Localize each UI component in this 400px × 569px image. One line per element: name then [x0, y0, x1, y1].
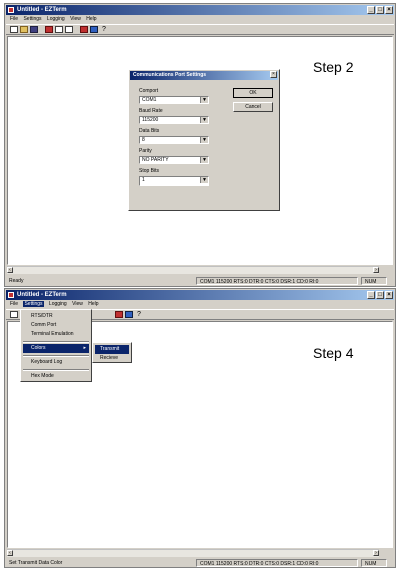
- baud-rate-select[interactable]: 115200 ▼: [139, 116, 209, 124]
- stop-bits-label: Stop Bits: [139, 168, 160, 174]
- menu-item-hex-mode[interactable]: Hex Mode: [23, 372, 89, 381]
- status-bar: Set Transmit Data Color COM1 115200 RTS:…: [6, 558, 394, 568]
- scroll-right-icon[interactable]: ›: [373, 267, 379, 273]
- settings-menu: RTS/DTR Comm Port Terminal Emulation Col…: [20, 309, 92, 382]
- baud-rate-label: Baud Rate: [139, 108, 163, 114]
- menu-settings[interactable]: Settings: [23, 16, 41, 22]
- help-icon[interactable]: ?: [135, 311, 143, 318]
- chevron-right-icon: ▸: [83, 345, 86, 351]
- menu-help[interactable]: Help: [86, 16, 96, 22]
- chevron-down-icon[interactable]: ▼: [200, 117, 208, 123]
- step-2-label: Step 2: [313, 59, 354, 75]
- color-icon[interactable]: [115, 311, 123, 318]
- menu-item-terminal-emulation[interactable]: Terminal Emulation: [23, 330, 89, 339]
- menu-view[interactable]: View: [72, 301, 83, 307]
- settings-icon[interactable]: [55, 26, 63, 33]
- status-num: NUM: [361, 277, 387, 285]
- toolbar: ?: [6, 24, 394, 35]
- chevron-down-icon[interactable]: ▼: [200, 137, 208, 143]
- menu-bar: File Settings Logging View Help: [6, 15, 394, 24]
- maximize-button[interactable]: □: [376, 6, 384, 14]
- title-bar: Untitled - EZTerm _ □ ×: [6, 5, 394, 15]
- menu-item-comm-port[interactable]: Comm Port: [23, 321, 89, 330]
- view-icon[interactable]: [125, 311, 133, 318]
- status-port-info: COM1 115200 RTS:0 DTR:0 CTS:0 DSR:1 CD:0…: [196, 559, 358, 567]
- maximize-button[interactable]: □: [376, 291, 384, 299]
- comm-port-settings-dialog: Communications Port Settings × Comport C…: [128, 69, 280, 211]
- status-text: Set Transmit Data Color: [9, 560, 63, 566]
- horizontal-scrollbar[interactable]: ‹ ›: [7, 549, 379, 557]
- stop-bits-select[interactable]: 1 ▼: [139, 176, 209, 186]
- window-title: Untitled - EZTerm: [17, 292, 67, 298]
- new-icon[interactable]: [10, 26, 18, 33]
- menu-separator: [23, 341, 89, 343]
- app-icon: [8, 7, 14, 13]
- menu-file[interactable]: File: [10, 301, 18, 307]
- title-bar: Untitled - EZTerm _ □ ×: [6, 290, 394, 300]
- menu-separator: [23, 355, 89, 357]
- save-icon[interactable]: [30, 26, 38, 33]
- menu-item-colors[interactable]: Colors ▸: [23, 344, 89, 353]
- log-icon[interactable]: [65, 26, 73, 33]
- view-icon[interactable]: [90, 26, 98, 33]
- new-icon[interactable]: [10, 311, 18, 318]
- parity-select[interactable]: NO PARITY ▼: [139, 156, 209, 164]
- ok-button[interactable]: OK: [233, 88, 273, 98]
- close-button[interactable]: ×: [385, 291, 393, 299]
- minimize-button[interactable]: _: [367, 6, 375, 14]
- parity-label: Parity: [139, 148, 152, 154]
- scroll-left-icon[interactable]: ‹: [7, 550, 13, 556]
- color-icon[interactable]: [80, 26, 88, 33]
- cancel-button[interactable]: Cancel: [233, 102, 273, 112]
- close-button[interactable]: ×: [385, 6, 393, 14]
- menu-item-keyboard-log[interactable]: Keyboard Log: [23, 358, 89, 367]
- step-4-label: Step 4: [313, 345, 354, 361]
- menu-file[interactable]: File: [10, 16, 18, 22]
- open-icon[interactable]: [20, 26, 28, 33]
- chevron-down-icon[interactable]: ▼: [200, 157, 208, 163]
- comport-label: Comport: [139, 88, 159, 94]
- chevron-down-icon[interactable]: ▼: [200, 97, 208, 103]
- submenu-item-transmit[interactable]: Transmit: [95, 345, 129, 354]
- menu-logging[interactable]: Logging: [49, 301, 67, 307]
- menu-separator: [23, 369, 89, 371]
- comport-select[interactable]: COM1 ▼: [139, 96, 209, 104]
- data-bits-select[interactable]: 8 ▼: [139, 136, 209, 144]
- status-port-info: COM1 115200 RTS:0 DTR:0 CTS:0 DSR:1 CD:0…: [196, 277, 358, 285]
- app-icon: [8, 292, 14, 298]
- dialog-close-button[interactable]: ×: [270, 71, 277, 78]
- menu-item-rts-dtr[interactable]: RTS/DTR: [23, 312, 89, 321]
- chevron-down-icon[interactable]: ▼: [200, 177, 208, 183]
- scroll-left-icon[interactable]: ‹: [7, 267, 13, 273]
- status-bar: Ready COM1 115200 RTS:0 DTR:0 CTS:0 DSR:…: [6, 276, 394, 286]
- data-bits-label: Data Bits: [139, 128, 160, 134]
- connect-icon[interactable]: [45, 26, 53, 33]
- menu-help[interactable]: Help: [88, 301, 98, 307]
- minimize-button[interactable]: _: [367, 291, 375, 299]
- help-icon[interactable]: ?: [100, 26, 108, 33]
- window-title: Untitled - EZTerm: [17, 7, 67, 13]
- menu-bar: File Settings Logging View Help: [6, 300, 394, 309]
- colors-submenu: Transmit Recieve: [92, 342, 132, 363]
- status-num: NUM: [361, 559, 387, 567]
- menu-view[interactable]: View: [70, 16, 81, 22]
- horizontal-scrollbar[interactable]: ‹ ›: [7, 266, 379, 274]
- scroll-right-icon[interactable]: ›: [373, 550, 379, 556]
- status-text: Ready: [9, 278, 24, 284]
- menu-settings[interactable]: Settings: [23, 301, 44, 307]
- menu-logging[interactable]: Logging: [47, 16, 65, 22]
- dialog-title: Communications Port Settings: [130, 71, 278, 80]
- submenu-item-recieve[interactable]: Recieve: [95, 354, 129, 363]
